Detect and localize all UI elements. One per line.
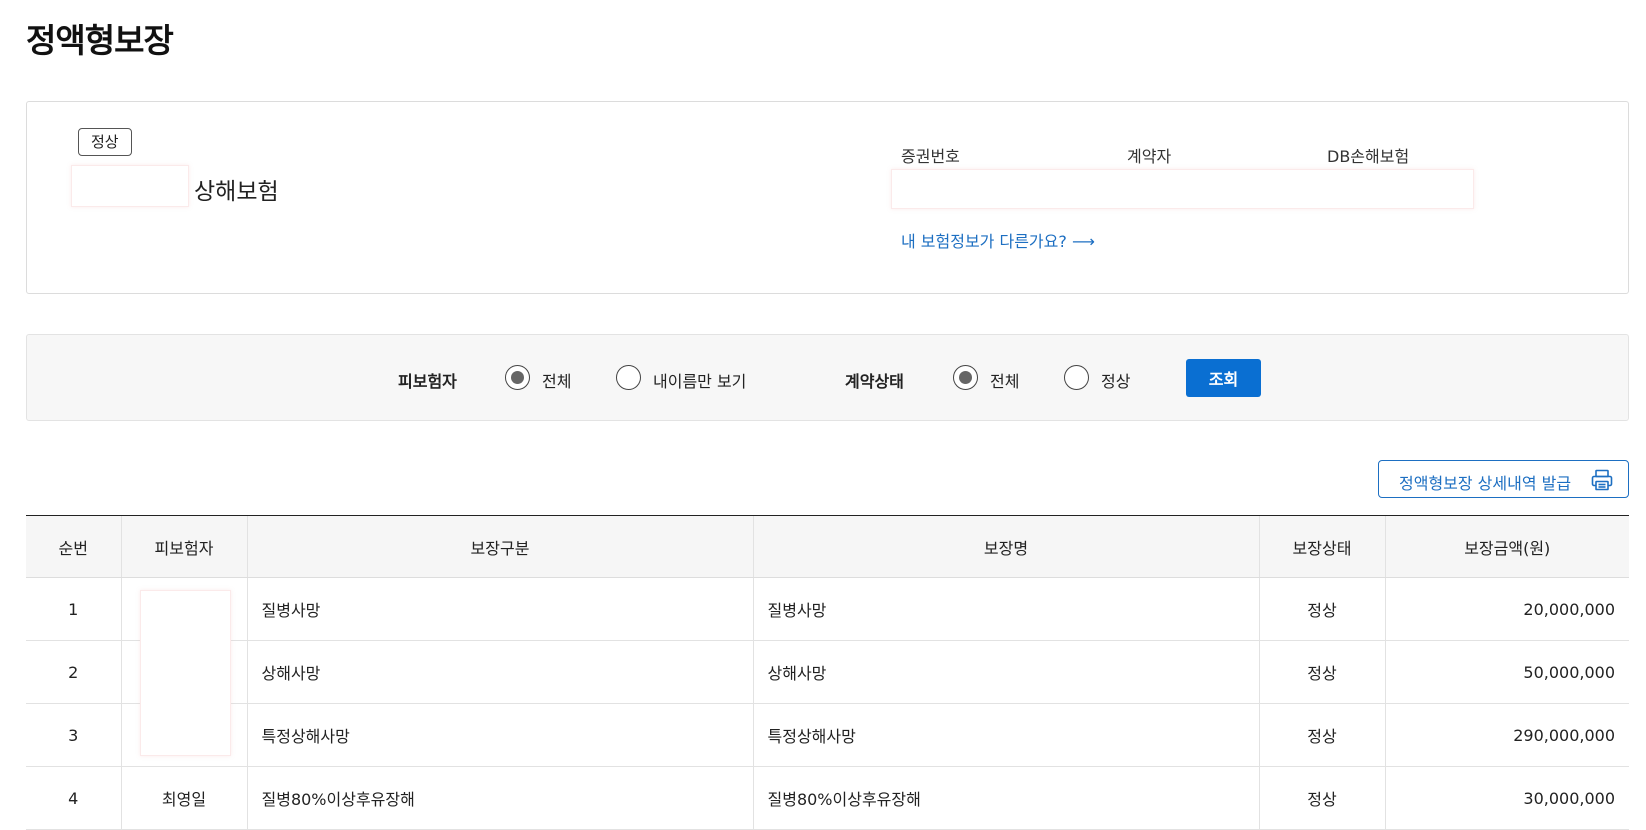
cell-coverage-name: 상해사망 — [752, 640, 1259, 704]
cell-no: 1 — [26, 577, 121, 641]
contractor-label: 계약자 — [1127, 147, 1172, 166]
masked-product-prefix — [71, 165, 189, 207]
masked-insured-names — [140, 590, 231, 756]
table-row: 1 질병사망 질병사망 정상 20,000,000 — [26, 577, 1629, 641]
table-row: 3 특정상해사망 특정상해사망 정상 290,000,000 — [26, 703, 1629, 767]
cell-amount: 30,000,000 — [1384, 766, 1629, 830]
cell-category: 질병80%이상후유장해 — [246, 766, 753, 830]
masked-policy-values — [891, 169, 1474, 209]
header-category: 보장구분 — [246, 515, 753, 578]
cell-category: 상해사망 — [246, 640, 753, 704]
wrong-info-link[interactable]: 내 보험정보가 다른가요? ⟶ — [901, 228, 1095, 252]
header-coverage-name: 보장명 — [752, 515, 1259, 578]
status-badge: 정상 — [78, 128, 132, 156]
header-no: 순번 — [26, 515, 121, 578]
cell-amount: 20,000,000 — [1384, 577, 1629, 641]
contract-all-radio[interactable] — [953, 365, 978, 390]
cell-no: 3 — [26, 703, 121, 767]
cell-coverage-name: 질병사망 — [752, 577, 1259, 641]
page: 정액형보장 정상 상해보험 증권번호 계약자 DB손해보험 내 보험정보가 다른… — [0, 0, 1646, 830]
contract-normal-radio[interactable] — [1064, 365, 1089, 390]
policy-card: 정상 상해보험 증권번호 계약자 DB손해보험 내 보험정보가 다른가요? ⟶ — [26, 101, 1629, 294]
cell-category: 질병사망 — [246, 577, 753, 641]
table-row: 2 상해사망 상해사망 정상 50,000,000 — [26, 640, 1629, 704]
header-status: 보장상태 — [1258, 515, 1385, 578]
header-insured: 피보험자 — [120, 515, 247, 578]
contract-normal-label[interactable]: 정상 — [1101, 368, 1130, 392]
cell-amount: 50,000,000 — [1384, 640, 1629, 704]
insured-mine-radio[interactable] — [616, 365, 641, 390]
issue-details-label: 정액형보장 상세내역 발급 — [1399, 474, 1572, 493]
cell-status: 정상 — [1258, 577, 1385, 641]
filter-bar: 피보험자 전체 내이름만 보기 계약상태 전체 정상 조회 — [26, 334, 1629, 421]
insured-filter-label: 피보험자 — [398, 372, 457, 391]
cell-no: 2 — [26, 640, 121, 704]
product-name: 상해보험 — [194, 179, 279, 205]
issue-details-button[interactable]: 정액형보장 상세내역 발급 — [1378, 460, 1629, 498]
cell-amount: 290,000,000 — [1384, 703, 1629, 767]
contract-status-filter-label: 계약상태 — [845, 372, 904, 391]
cell-coverage-name: 질병80%이상후유장해 — [752, 766, 1259, 830]
certificate-number-label: 증권번호 — [901, 147, 960, 166]
cell-no: 4 — [26, 766, 121, 830]
cell-status: 정상 — [1258, 640, 1385, 704]
insured-all-radio[interactable] — [505, 365, 530, 390]
table-header-row: 순번 피보험자 보장구분 보장명 보장상태 보장금액(원) — [26, 515, 1629, 578]
page-title: 정액형보장 — [26, 21, 174, 60]
coverage-table: 순번 피보험자 보장구분 보장명 보장상태 보장금액(원) 1 질병사망 질병사… — [26, 515, 1629, 830]
insured-mine-label[interactable]: 내이름만 보기 — [653, 368, 746, 392]
header-amount: 보장금액(원) — [1384, 515, 1629, 578]
cell-category: 특정상해사망 — [246, 703, 753, 767]
table-row: 4 최영일 질병80%이상후유장해 질병80%이상후유장해 정상 30,000,… — [26, 766, 1629, 830]
insured-all-label[interactable]: 전체 — [542, 368, 571, 392]
cell-status: 정상 — [1258, 703, 1385, 767]
cell-coverage-name: 특정상해사망 — [752, 703, 1259, 767]
printer-icon — [1591, 469, 1613, 491]
contract-all-label[interactable]: 전체 — [990, 368, 1019, 392]
cell-insured: 최영일 — [120, 766, 247, 830]
insurer-label: DB손해보험 — [1327, 147, 1410, 166]
cell-status: 정상 — [1258, 766, 1385, 830]
search-button[interactable]: 조회 — [1186, 359, 1261, 397]
